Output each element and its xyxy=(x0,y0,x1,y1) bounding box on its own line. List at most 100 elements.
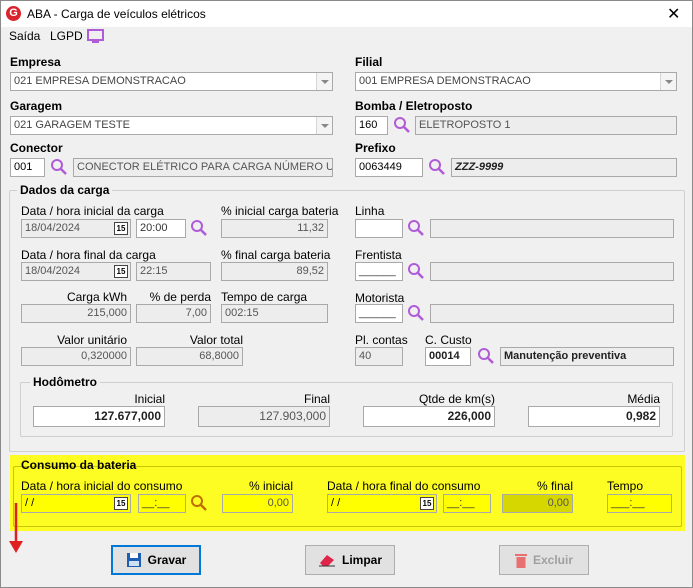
prefixo-label: Prefixo xyxy=(355,141,396,155)
limpar-label: Limpar xyxy=(341,553,382,567)
empresa-label: Empresa xyxy=(10,55,61,69)
consumo-tempo-input[interactable]: ___:__ xyxy=(607,494,672,513)
excluir-label: Excluir xyxy=(532,553,574,567)
eraser-icon xyxy=(318,555,335,567)
garagem-label: Garagem xyxy=(10,99,63,113)
consumo-dt-final-date[interactable]: / / 15 xyxy=(327,494,437,513)
prefixo-input[interactable]: 0063449 xyxy=(355,158,423,177)
ccusto-code-input[interactable]: 00014 xyxy=(425,347,471,366)
empresa-select[interactable]: 021 EMPRESA DEMONSTRACAO xyxy=(10,72,333,91)
conector-code-input[interactable]: 001 xyxy=(10,158,45,177)
chevron-down-icon[interactable] xyxy=(316,73,332,90)
filial-select[interactable]: 001 EMPRESA DEMONSTRACAO xyxy=(355,72,677,91)
search-icon[interactable] xyxy=(407,262,425,280)
search-icon[interactable] xyxy=(428,158,446,176)
dt-inicial-carga-date-value: 18/04/2024 xyxy=(25,222,81,234)
pct-final-value: 89,52 xyxy=(221,262,328,281)
prefixo-plate: ZZZ-9999 xyxy=(451,158,677,177)
consumo-dt-final-date-value: / / xyxy=(331,497,341,509)
search-icon[interactable] xyxy=(190,494,208,512)
frentista-input[interactable]: ______ xyxy=(355,262,403,281)
garagem-select[interactable]: 021 GARAGEM TESTE xyxy=(10,116,333,135)
bomba-code-input[interactable]: 160 xyxy=(355,116,388,135)
search-icon[interactable] xyxy=(407,219,425,237)
pct-inicial-label: % inicial carga bateria xyxy=(221,204,339,218)
hodo-inicial-label: Inicial xyxy=(134,392,165,406)
consumo-dt-final-label: Data / hora final do consumo xyxy=(327,479,481,493)
motorista-desc xyxy=(430,304,674,323)
hora-final-carga[interactable]: 22:15 xyxy=(136,262,211,281)
filial-value: 001 EMPRESA DEMONSTRACAO xyxy=(359,75,531,87)
search-icon[interactable] xyxy=(407,304,425,322)
gravar-button[interactable]: Gravar xyxy=(111,545,201,575)
hodo-km-label: Qtde de km(s) xyxy=(418,392,495,406)
search-icon[interactable] xyxy=(190,219,208,237)
consumo-hora-inicial[interactable]: __:__ xyxy=(138,494,186,513)
motorista-label: Motorista xyxy=(355,291,405,305)
consumo-dt-inicial-date[interactable]: / / 15 xyxy=(21,494,131,513)
perda-value: 7,00 xyxy=(136,304,211,323)
hodometro-title: Hodômetro xyxy=(30,375,100,389)
conector-desc: CONECTOR ELÉTRICO PARA CARGA NÚMERO UN xyxy=(73,158,333,177)
garagem-value: 021 GARAGEM TESTE xyxy=(14,119,130,131)
limpar-button[interactable]: Limpar xyxy=(305,545,395,575)
empresa-value: 021 EMPRESA DEMONSTRACAO xyxy=(14,75,186,87)
carga-kwh-value: 215,000 xyxy=(21,304,131,323)
menu-saida[interactable]: Saída xyxy=(9,29,40,43)
hodo-km-value: 226,000 xyxy=(363,406,495,427)
calendar-icon[interactable]: 15 xyxy=(420,497,434,510)
consumo-pct-final-label: % final xyxy=(536,479,573,493)
main-window: G ABA - Carga de veículos elétricos ✕ Sa… xyxy=(0,0,693,588)
search-icon[interactable] xyxy=(393,116,411,134)
motorista-input[interactable]: ______ xyxy=(355,304,403,323)
excluir-button[interactable]: Excluir xyxy=(499,545,589,575)
dt-final-carga-date[interactable]: 18/04/2024 15 xyxy=(21,262,131,281)
plcontas-value: 40 xyxy=(355,347,403,366)
pct-final-label: % final carga bateria xyxy=(221,248,331,262)
pct-inicial-value: 11,32 xyxy=(221,219,328,238)
frentista-label: Frentista xyxy=(355,248,402,262)
consumo-dt-inicial-label: Data / hora inicial do consumo xyxy=(21,479,183,493)
carga-kwh-label: Carga kWh xyxy=(66,290,127,304)
calendar-icon[interactable]: 15 xyxy=(114,222,128,235)
linha-input[interactable] xyxy=(355,219,403,238)
consumo-dt-inicial-date-value: / / xyxy=(25,497,35,509)
hodo-inicial-input[interactable]: 127.677,000 xyxy=(33,406,165,427)
hodo-final-value: 127.903,000 xyxy=(198,406,330,427)
calendar-icon[interactable]: 15 xyxy=(114,497,128,510)
dt-final-carga-date-value: 18/04/2024 xyxy=(25,265,81,277)
consumo-pct-inicial-label: % inicial xyxy=(248,479,293,493)
hodo-final-label: Final xyxy=(303,392,330,406)
tempo-carga-value: 002:15 xyxy=(221,304,328,323)
perda-label: % de perda xyxy=(149,290,211,304)
filial-label: Filial xyxy=(355,55,383,69)
search-icon[interactable] xyxy=(477,347,495,365)
consumo-tempo-label: Tempo xyxy=(607,479,644,493)
consumo-hora-final[interactable]: __:__ xyxy=(443,494,491,513)
valor-unitario-label: Valor unitário xyxy=(57,333,127,347)
app-logo-icon: G xyxy=(6,6,21,21)
calendar-icon[interactable]: 15 xyxy=(114,265,128,278)
valor-total-label: Valor total xyxy=(189,333,243,347)
dt-final-carga-label: Data / hora final da carga xyxy=(21,248,156,262)
hora-inicial-carga[interactable]: 20:00 xyxy=(136,219,186,238)
monitor-icon[interactable] xyxy=(87,29,104,43)
search-icon[interactable] xyxy=(50,158,68,176)
tempo-carga-label: Tempo de carga xyxy=(221,290,308,304)
red-arrow-icon xyxy=(9,503,23,553)
ccusto-label: C. Custo xyxy=(425,333,472,347)
conector-label: Conector xyxy=(10,141,63,155)
consumo-pct-inicial-input[interactable]: 0,00 xyxy=(222,494,293,513)
plcontas-label: Pl. contas xyxy=(355,333,408,347)
dt-inicial-carga-date[interactable]: 18/04/2024 15 xyxy=(21,219,131,238)
chevron-down-icon[interactable] xyxy=(316,117,332,134)
menu-lgpd[interactable]: LGPD xyxy=(50,29,83,43)
close-icon[interactable]: ✕ xyxy=(667,4,680,24)
valor-total-value: 68,8000 xyxy=(136,347,243,366)
ccusto-desc: Manutenção preventiva xyxy=(500,347,674,366)
valor-unitario-value: 0,320000 xyxy=(21,347,131,366)
chevron-down-icon[interactable] xyxy=(660,73,676,90)
consumo-title: Consumo da bateria xyxy=(21,458,137,472)
dados-carga-title: Dados da carga xyxy=(17,183,113,197)
bomba-desc: ELETROPOSTO 1 xyxy=(415,116,677,135)
